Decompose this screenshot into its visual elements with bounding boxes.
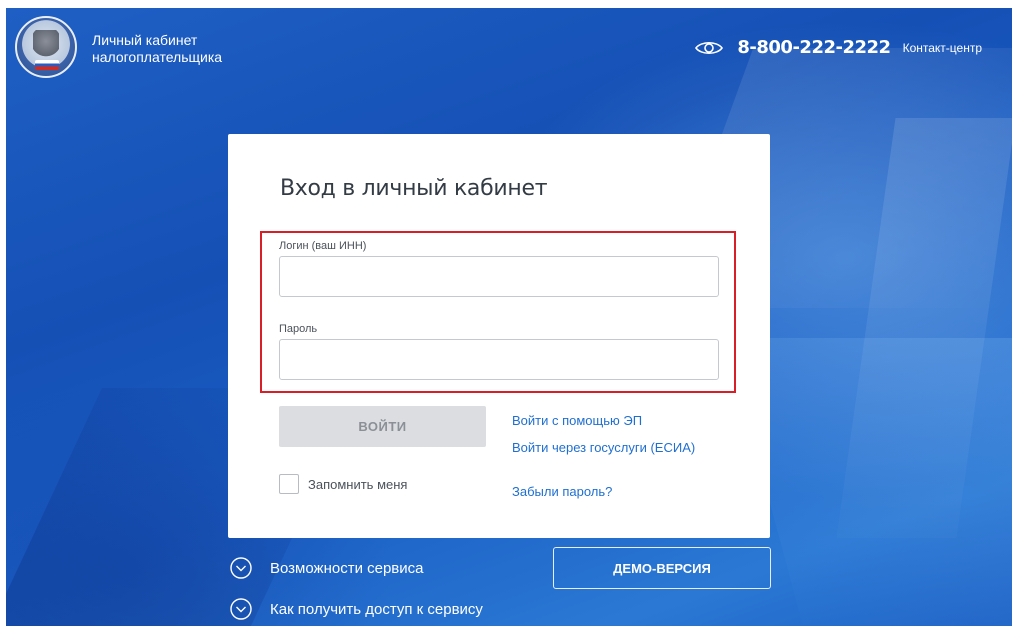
contact-center-link[interactable]: Контакт-центр — [903, 41, 982, 55]
remember-me[interactable]: Запомнить меня — [279, 474, 407, 494]
login-inn-input[interactable] — [279, 256, 719, 297]
login-title: Вход в личный кабинет — [280, 176, 548, 201]
fns-emblem-icon[interactable] — [15, 16, 77, 78]
login-esia-link[interactable]: Войти через госуслуги (ЕСИА) — [512, 440, 695, 455]
header-contacts: 8-800-222-2222 Контакт-центр — [695, 37, 982, 58]
service-access-label: Как получить доступ к сервису — [270, 600, 483, 618]
login-ep-link[interactable]: Войти с помощью ЭП — [512, 413, 642, 428]
service-features-label: Возможности сервиса — [270, 559, 424, 577]
site-title[interactable]: Личный кабинет налогоплательщика — [92, 32, 222, 66]
password-field-label: Пароль — [279, 323, 318, 335]
remember-me-checkbox[interactable] — [279, 474, 299, 494]
site-title-line1: Личный кабинет — [92, 32, 198, 48]
service-access-toggle[interactable]: Как получить доступ к сервису — [230, 598, 483, 620]
login-field-label: Логин (ваш ИНН) — [279, 240, 367, 252]
demo-version-button[interactable]: ДЕМО-ВЕРСИЯ — [553, 547, 771, 589]
contact-phone[interactable]: 8-800-222-2222 — [737, 37, 891, 58]
page-background: Личный кабинет налогоплательщика 8-800-2… — [6, 8, 1012, 626]
login-button[interactable]: ВОЙТИ — [279, 406, 486, 447]
eagle-emblem — [33, 30, 59, 58]
chevron-down-circle-icon — [230, 598, 252, 620]
flag-emblem — [35, 60, 59, 70]
remember-me-label: Запомнить меня — [308, 476, 408, 492]
service-features-toggle[interactable]: Возможности сервиса — [230, 557, 424, 579]
login-card: Вход в личный кабинет Логин (ваш ИНН) Па… — [228, 134, 770, 538]
eye-icon[interactable] — [695, 40, 724, 56]
chevron-down-circle-icon — [230, 557, 252, 579]
forgot-password-link[interactable]: Забыли пароль? — [512, 484, 612, 499]
password-input[interactable] — [279, 339, 719, 380]
site-title-line2: налогоплательщика — [92, 49, 223, 65]
